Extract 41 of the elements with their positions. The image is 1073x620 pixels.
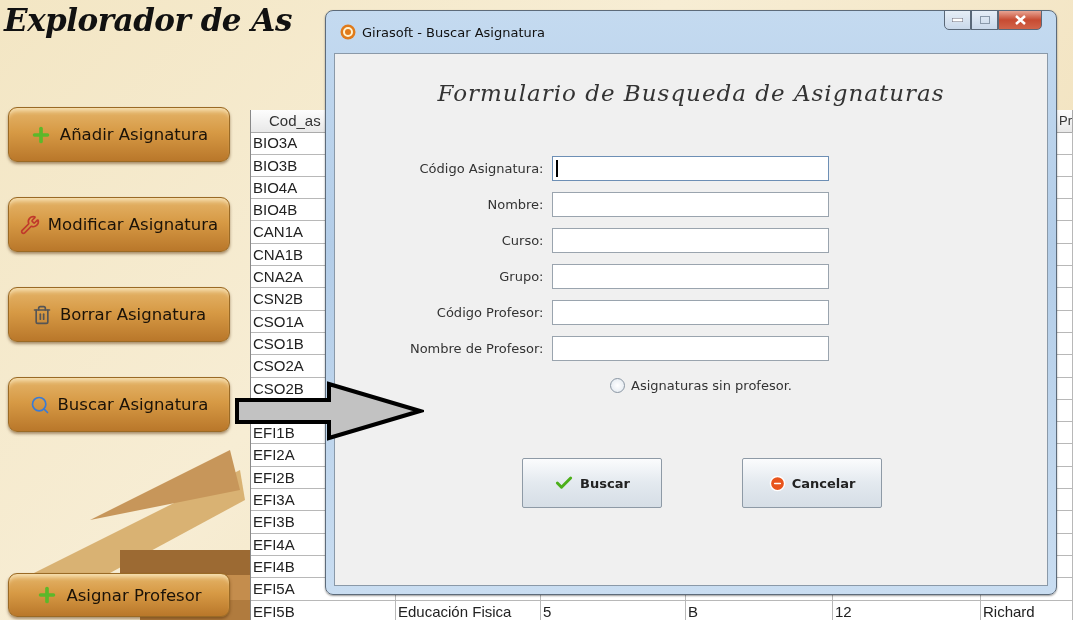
field-label: Curso: — [500, 232, 544, 250]
trash-icon — [31, 304, 52, 325]
maximize-icon — [979, 16, 990, 24]
table-cell: 5 — [541, 600, 686, 620]
field-label: Nombre de Profesor: — [408, 340, 544, 358]
maximize-button[interactable] — [971, 10, 998, 30]
close-icon — [1014, 15, 1026, 25]
table-cell: B — [686, 600, 833, 620]
input-field[interactable] — [551, 264, 829, 289]
input-field[interactable] — [551, 192, 829, 217]
cancel-button[interactable]: Cancelar — [742, 458, 882, 508]
minus-circle-icon — [768, 474, 786, 492]
app-logo-icon — [340, 24, 356, 40]
search-icon — [29, 394, 50, 415]
table-cell: Educación Fisica — [396, 600, 541, 620]
app-title: Explorador de As — [2, 1, 292, 40]
field-label: Nombre: — [486, 196, 544, 214]
table-cell: Richard — [981, 600, 1073, 620]
input-field[interactable] — [551, 228, 829, 253]
sidebar-button[interactable]: Borrar Asignatura — [8, 287, 230, 342]
minimize-button[interactable] — [944, 10, 971, 30]
field-label: Grupo: — [498, 268, 544, 286]
radio-label: Asignaturas sin profesor. — [631, 378, 792, 393]
input-field[interactable] — [551, 336, 829, 361]
field-label: Código Asignatura: — [418, 160, 544, 178]
sidebar-button[interactable]: Buscar Asignatura — [8, 377, 230, 432]
sidebar-button[interactable]: Modificar Asignatura — [8, 197, 230, 252]
sidebar-button[interactable]: Añadir Asignatura — [8, 107, 230, 162]
wrench-icon — [19, 214, 40, 235]
minimize-icon — [952, 18, 963, 22]
window-title: Girasoft - Buscar Asignatura — [362, 24, 546, 40]
input-field[interactable] — [551, 156, 829, 181]
search-button[interactable]: Buscar — [522, 458, 662, 508]
input-field[interactable] — [551, 300, 829, 325]
radio-button[interactable] — [610, 378, 626, 393]
table-cell: EFI5B — [251, 600, 396, 620]
close-button[interactable] — [998, 10, 1042, 30]
table-cell: 12 — [833, 600, 981, 620]
field-label: Código Profesor: — [435, 304, 544, 322]
sidebar-button[interactable]: Asignar Profesor — [8, 573, 230, 617]
form-heading: Formulario de Busqueda de Asignaturas — [437, 80, 945, 106]
